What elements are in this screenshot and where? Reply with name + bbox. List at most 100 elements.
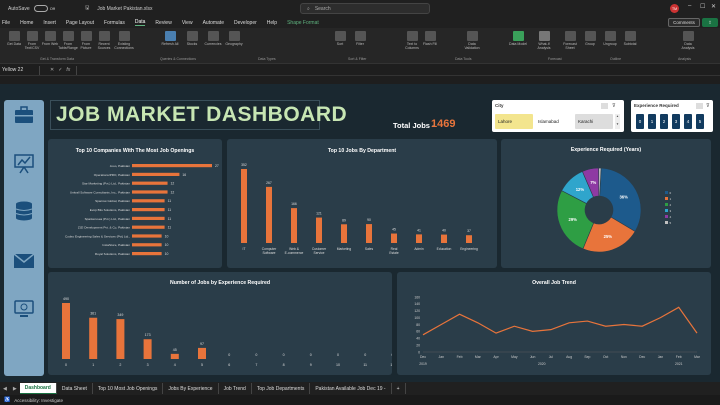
trend-line[interactable] bbox=[422, 306, 698, 336]
comments-button[interactable]: Comments bbox=[668, 18, 700, 27]
tab-next-icon[interactable]: ▶ bbox=[10, 386, 20, 392]
menu-view[interactable]: View bbox=[182, 20, 193, 26]
clear-filter-icon[interactable]: ⊽ bbox=[612, 103, 616, 109]
ribbon-get-data-button[interactable]: Get Data bbox=[4, 31, 24, 53]
city-option-karachi[interactable]: Karachi bbox=[575, 114, 613, 129]
exp-option-1[interactable]: 1 bbox=[648, 114, 656, 129]
menu-page-layout[interactable]: Page Layout bbox=[66, 20, 94, 26]
bar-operations-pro-pakistan[interactable] bbox=[132, 172, 180, 176]
exp-option-2[interactable]: 2 bbox=[660, 114, 668, 129]
ribbon-data-analysis-button[interactable]: Data Analysis bbox=[678, 31, 698, 53]
menu-developer[interactable]: Developer bbox=[234, 20, 257, 26]
ribbon-flash-fill-button[interactable]: Flash Fill bbox=[420, 31, 440, 53]
add-sheet-button[interactable]: + bbox=[392, 383, 406, 394]
ribbon-refresh-all-button[interactable]: Refresh All bbox=[160, 31, 180, 53]
ribbon-existing-connections-button[interactable]: Existing Connections bbox=[114, 31, 134, 53]
sheet-tab-dashboard[interactable]: Dashboard bbox=[19, 383, 57, 394]
computer-icon[interactable] bbox=[12, 298, 36, 320]
share-button[interactable]: ⇪ bbox=[702, 18, 718, 27]
menu-data[interactable]: Data bbox=[134, 19, 146, 26]
ribbon-text-to-columns-button[interactable]: Text to Columns bbox=[402, 31, 422, 53]
sheet-tab-top-10-most-job-openings[interactable]: Top 10 Most Job Openings bbox=[93, 383, 164, 394]
bar-it[interactable] bbox=[241, 169, 247, 243]
bar-zizi-development-pvt-co-pakistan[interactable] bbox=[132, 225, 165, 229]
ribbon-recent-sources-button[interactable]: Recent Sources bbox=[94, 31, 114, 53]
sheet-tab-pakistan-available-job-dec-19[interactable]: Pakistan Available Job Dec 19 - bbox=[310, 383, 392, 394]
tab-prev-icon[interactable]: ◀ bbox=[0, 386, 10, 392]
bar-marketing[interactable] bbox=[341, 224, 347, 243]
bar-unitrall-software-consultants-inc-pakistan[interactable] bbox=[132, 190, 168, 194]
ribbon-data-validation-button[interactable]: Data Validation bbox=[462, 31, 482, 53]
ribbon-group-button[interactable]: Group bbox=[580, 31, 600, 53]
menu-file[interactable]: File bbox=[2, 20, 10, 26]
menu-automate[interactable]: Automate bbox=[203, 20, 224, 26]
search-box[interactable]: ⌕ Search bbox=[300, 3, 430, 14]
bar-computer-software[interactable] bbox=[266, 186, 272, 243]
multi-select-icon[interactable] bbox=[601, 103, 608, 109]
autosave-toggle[interactable] bbox=[33, 5, 48, 12]
ribbon-from-table-range-button[interactable]: From Table/Range bbox=[58, 31, 78, 53]
ribbon-stocks-button[interactable]: Stocks bbox=[182, 31, 202, 53]
ribbon-from-text-csv-button[interactable]: From Text/CSV bbox=[22, 31, 42, 53]
menu-shape-format[interactable]: Shape Format bbox=[287, 20, 319, 26]
bar-exp-1[interactable] bbox=[89, 317, 98, 359]
ribbon-subtotal-button[interactable]: Subtotal bbox=[620, 31, 640, 53]
ribbon-forecast-sheet-button[interactable]: Forecast Sheet bbox=[560, 31, 580, 53]
bar-engineering[interactable] bbox=[466, 235, 472, 243]
minimize-icon[interactable]: – bbox=[688, 3, 691, 9]
maximize-icon[interactable]: ☐ bbox=[700, 3, 705, 10]
slicer-scrollbar[interactable]: ▲ ▼ bbox=[615, 114, 620, 129]
ribbon-what-if-analysis-button[interactable]: What-If Analysis bbox=[534, 31, 554, 53]
exp-clear-filter-icon[interactable]: ⊽ bbox=[706, 103, 710, 109]
bar-admin[interactable] bbox=[416, 234, 422, 243]
ribbon-data-model-button[interactable]: Data Model bbox=[508, 31, 528, 53]
presentation-icon[interactable] bbox=[12, 152, 36, 174]
bar-jooo-pakistan[interactable] bbox=[132, 164, 212, 168]
bar-instastore-pakistan[interactable] bbox=[132, 243, 162, 247]
formula-input[interactable] bbox=[76, 65, 720, 75]
exp-option-5[interactable]: 5 bbox=[696, 114, 704, 129]
ribbon-from-web-button[interactable]: From Web bbox=[40, 31, 60, 53]
bar-sparrow-global-pakistan[interactable] bbox=[132, 199, 165, 203]
menu-review[interactable]: Review bbox=[155, 20, 171, 26]
bar-evop-bits-solutions-pakistan[interactable] bbox=[132, 208, 165, 212]
bar-royal-solutions-pakistan[interactable] bbox=[132, 252, 162, 256]
ribbon-currencies-button[interactable]: Currencies bbox=[203, 31, 223, 53]
enter-icon[interactable]: ✓ bbox=[58, 67, 62, 73]
bar-sales[interactable] bbox=[366, 224, 372, 243]
menu-insert[interactable]: Insert bbox=[43, 20, 56, 26]
cancel-icon[interactable]: ✕ bbox=[50, 67, 54, 73]
mail-icon[interactable] bbox=[12, 250, 36, 272]
name-box[interactable]: Yellow 22 bbox=[0, 65, 40, 75]
bar-exp-0[interactable] bbox=[62, 303, 70, 359]
close-icon[interactable]: ✕ bbox=[711, 3, 716, 10]
city-option-lahore[interactable]: Lahore bbox=[495, 114, 533, 129]
sheet-tab-data-sheet[interactable]: Data Sheet bbox=[57, 383, 93, 394]
bar-education[interactable] bbox=[441, 234, 447, 243]
save-icon[interactable]: 🖫 bbox=[85, 5, 89, 13]
menu-formulas[interactable]: Formulas bbox=[104, 20, 125, 26]
bar-customer-service[interactable] bbox=[316, 217, 322, 243]
bar-star-marketing-pvt-ltd-pakistan[interactable] bbox=[132, 181, 168, 185]
city-option-islamabad[interactable]: Islamabad bbox=[535, 114, 573, 129]
database-icon[interactable] bbox=[12, 200, 36, 222]
ribbon-from-picture-button[interactable]: From Picture bbox=[76, 31, 96, 53]
exp-option-0[interactable]: 0 bbox=[636, 114, 644, 129]
bar-codeo-engineering-sales-services-pvt-ltd[interactable] bbox=[132, 234, 162, 238]
exp-option-3[interactable]: 3 bbox=[672, 114, 680, 129]
bar-exp-4[interactable] bbox=[170, 353, 179, 359]
menu-help[interactable]: Help bbox=[267, 20, 277, 26]
sheet-tab-job-trend[interactable]: Job Trend bbox=[219, 383, 252, 394]
bar-sparkerusea-pvt-ltd-pakistan[interactable] bbox=[132, 216, 165, 220]
bar-real-estate[interactable] bbox=[391, 233, 397, 243]
ribbon-geography-button[interactable]: Geography bbox=[224, 31, 244, 53]
fx-label[interactable]: fx bbox=[66, 67, 70, 73]
briefcase-icon[interactable] bbox=[12, 104, 36, 126]
exp-multi-select-icon[interactable] bbox=[696, 103, 703, 109]
ribbon-sort-button[interactable]: Sort bbox=[330, 31, 350, 53]
ribbon-ungroup-button[interactable]: Ungroup bbox=[600, 31, 620, 53]
avatar[interactable]: TM bbox=[670, 4, 679, 13]
sheet-tab-jobs-by-experience[interactable]: Jobs By Experience bbox=[163, 383, 219, 394]
sheet-tab-top-job-departments[interactable]: Top Job Departments bbox=[252, 383, 311, 394]
bar-exp-2[interactable] bbox=[116, 319, 125, 359]
